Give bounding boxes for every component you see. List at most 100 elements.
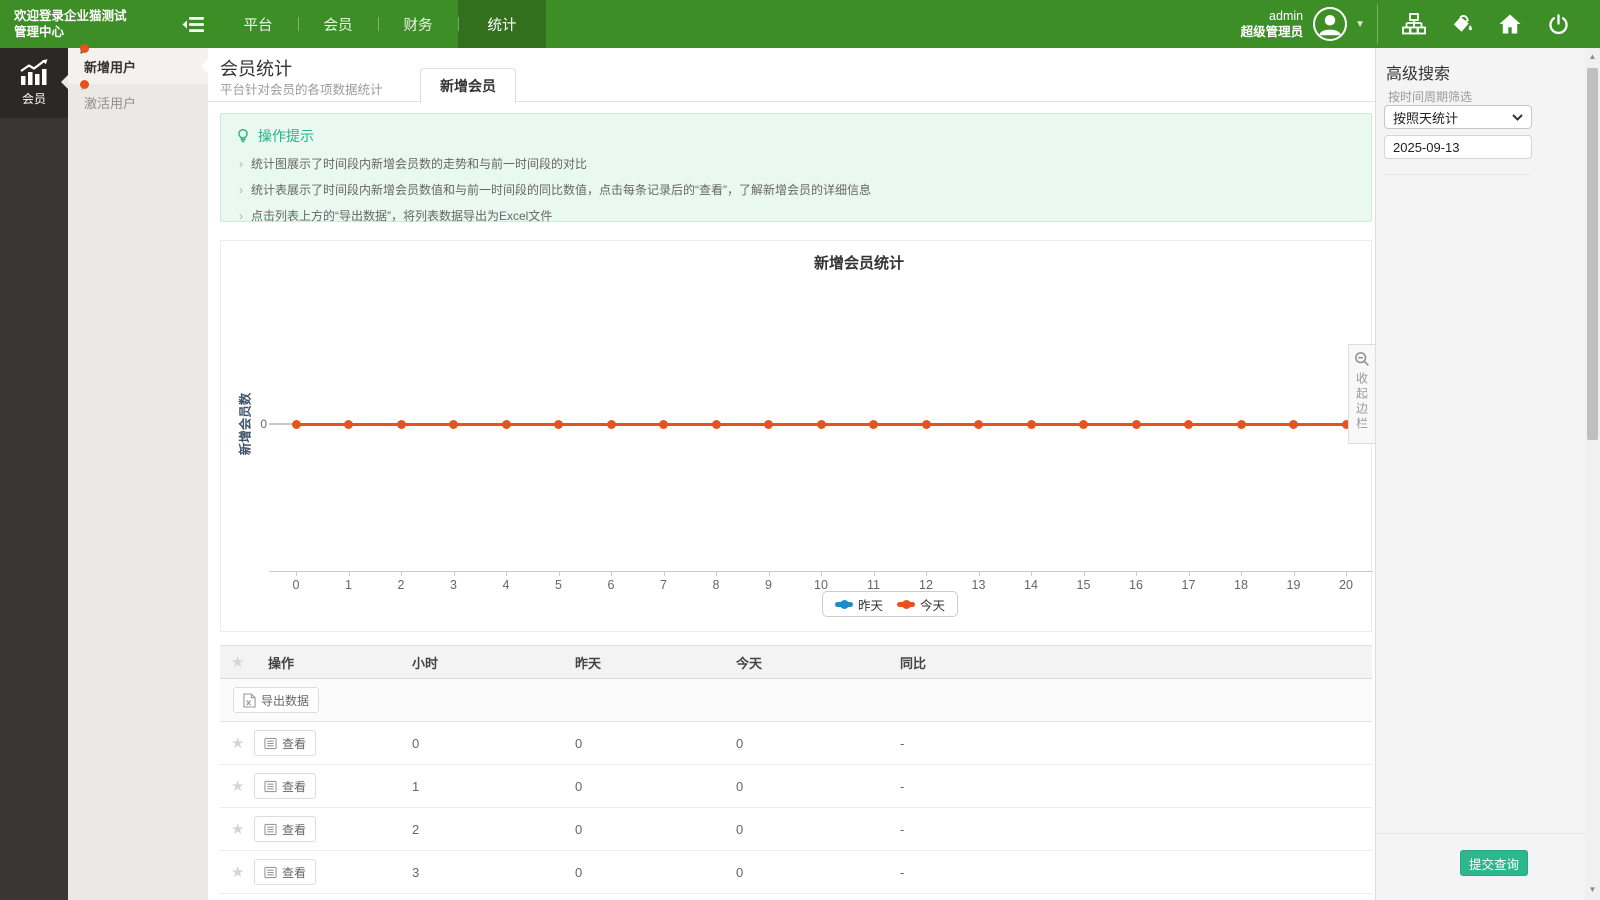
cell-yesterday: 0 [575, 779, 736, 794]
advanced-search-title: 高级搜索 [1386, 60, 1450, 84]
sidebar-toggle-icon[interactable] [180, 13, 206, 35]
avatar[interactable] [1313, 7, 1347, 41]
view-button[interactable]: 查看 [254, 730, 316, 756]
home-icon[interactable] [1498, 12, 1522, 36]
collapse-label: 收起边栏 [1354, 372, 1371, 432]
caret-right-icon: › [239, 209, 243, 223]
tip-item: › 点击列表上方的“导出数据”，将列表数据导出为Excel文件 [235, 207, 1357, 224]
paint-bucket-icon[interactable] [1450, 12, 1474, 36]
scrollbar-thumb[interactable] [1587, 68, 1598, 440]
star-icon[interactable]: ★ [231, 821, 244, 838]
x-axis-tick-label: 19 [1277, 578, 1311, 592]
tip-item: › 统计表展示了时间段内新增会员数值和与前一时间段的同比数值，点击每条记录后的“… [235, 181, 1357, 198]
app-window: 欢迎登录企业猫测试 管理中心 平台 会员 财务 统计 admin 超级管理员 ▼ [0, 0, 1600, 900]
cell-today: 0 [736, 865, 900, 880]
collapse-sidebar-tab[interactable]: 收起边栏 [1348, 344, 1375, 444]
tip-text: 统计图展示了时间段内新增会员数的走势和与前一时间段的对比 [251, 155, 587, 172]
view-label: 查看 [282, 864, 306, 881]
nav-item-finance[interactable]: 财务 [378, 0, 458, 48]
y-axis-tick: 0 [251, 417, 267, 431]
filter-label: 按时间周期筛选 [1388, 88, 1472, 105]
legend-item-昨天[interactable]: 昨天 [835, 595, 883, 614]
x-axis-tick [926, 571, 927, 576]
data-point [1027, 420, 1036, 429]
legend-item-今天[interactable]: 今天 [897, 595, 945, 614]
user-role: 超级管理员 [1241, 24, 1304, 40]
chart-title: 新增会员统计 [759, 252, 959, 273]
x-axis-tick-label: 3 [437, 578, 471, 592]
list-icon [264, 823, 277, 836]
tips-panel: 操作提示 › 统计图展示了时间段内新增会员数的走势和与前一时间段的对比 › 统计… [220, 113, 1372, 222]
star-icon[interactable]: ★ [231, 864, 244, 881]
menu-sidebar: · 新增用户 · 激活用户 [68, 48, 208, 900]
list-icon [264, 780, 277, 793]
data-point [292, 420, 301, 429]
x-axis-tick-label: 10 [804, 578, 838, 592]
cell-hour: 1 [412, 779, 575, 794]
x-axis-tick [611, 571, 612, 576]
col-header-action: 操作 [268, 653, 412, 672]
user-name: admin [1241, 8, 1304, 24]
logo-line1: 欢迎登录企业猫测试 [14, 8, 164, 24]
scroll-down-icon[interactable]: ▼ [1585, 885, 1600, 894]
view-button[interactable]: 查看 [254, 859, 316, 885]
export-row: 导出数据 [220, 679, 1372, 722]
star-icon[interactable]: ★ [231, 778, 244, 795]
main-content: 会员统计 平台针对会员的各项数据统计 新增会员 操作提示 › 统计图展示了时间段… [208, 48, 1375, 900]
sitemap-icon[interactable] [1402, 12, 1426, 36]
x-axis-tick [979, 571, 980, 576]
x-axis-tick [1346, 571, 1347, 576]
tips-title-row: 操作提示 [235, 126, 1357, 146]
scroll-up-icon[interactable]: ▲ [1585, 52, 1600, 61]
col-header-hour: 小时 [412, 653, 575, 672]
cell-today: 0 [736, 822, 900, 837]
zoom-out-icon [1354, 351, 1370, 367]
x-axis-tick-label: 1 [332, 578, 366, 592]
user-block: admin 超级管理员 ▼ [1241, 7, 1377, 41]
x-axis-tick-label: 6 [594, 578, 628, 592]
cell-yoy: - [900, 865, 1372, 880]
excel-file-icon [243, 693, 256, 708]
nav-item-platform[interactable]: 平台 [218, 0, 298, 48]
data-point [502, 420, 511, 429]
legend-label: 昨天 [858, 595, 883, 614]
export-data-button[interactable]: 导出数据 [233, 687, 319, 713]
x-axis-tick-label: 2 [384, 578, 418, 592]
sidebar-item-activated-users[interactable]: · 激活用户 [68, 84, 208, 120]
cell-hour: 2 [412, 822, 575, 837]
x-axis-tick-label: 12 [909, 578, 943, 592]
sidebar-item-new-users[interactable]: · 新增用户 [68, 48, 208, 84]
period-select[interactable]: 按照天统计 [1384, 105, 1532, 129]
table-row: ★查看000- [220, 722, 1372, 765]
x-axis-tick-label: 20 [1329, 578, 1363, 592]
page-header: 会员统计 平台针对会员的各项数据统计 新增会员 [208, 48, 1375, 102]
x-axis-tick [821, 571, 822, 576]
submit-query-button[interactable]: 提交查询 [1460, 850, 1528, 876]
legend-label: 今天 [920, 595, 945, 614]
x-axis-tick [401, 571, 402, 576]
cell-hour: 3 [412, 865, 575, 880]
data-point [397, 420, 406, 429]
legend-marker-icon [835, 599, 853, 609]
view-button[interactable]: 查看 [254, 816, 316, 842]
view-label: 查看 [282, 821, 306, 838]
tip-item: › 统计图展示了时间段内新增会员数的走势和与前一时间段的对比 [235, 155, 1357, 172]
chevron-down-icon[interactable]: ▼ [1355, 19, 1365, 30]
cell-yesterday: 0 [575, 736, 736, 751]
x-axis-tick-label: 13 [962, 578, 996, 592]
nav-item-members[interactable]: 会员 [298, 0, 378, 48]
module-sidebar: 会员 [0, 48, 68, 900]
data-point [554, 420, 563, 429]
x-axis-tick [349, 571, 350, 576]
x-axis-tick-label: 9 [752, 578, 786, 592]
nav-item-statistics[interactable]: 统计 [458, 0, 546, 48]
star-icon[interactable]: ★ [231, 735, 244, 752]
x-axis-tick [1294, 571, 1295, 576]
tab-new-members[interactable]: 新增会员 [420, 68, 516, 103]
legend-marker-icon [897, 599, 915, 609]
sidebar-item-members-module[interactable]: 会员 [0, 48, 68, 118]
power-icon[interactable] [1546, 12, 1570, 36]
x-axis-tick-label: 4 [489, 578, 523, 592]
date-input[interactable] [1384, 135, 1532, 159]
view-button[interactable]: 查看 [254, 773, 316, 799]
